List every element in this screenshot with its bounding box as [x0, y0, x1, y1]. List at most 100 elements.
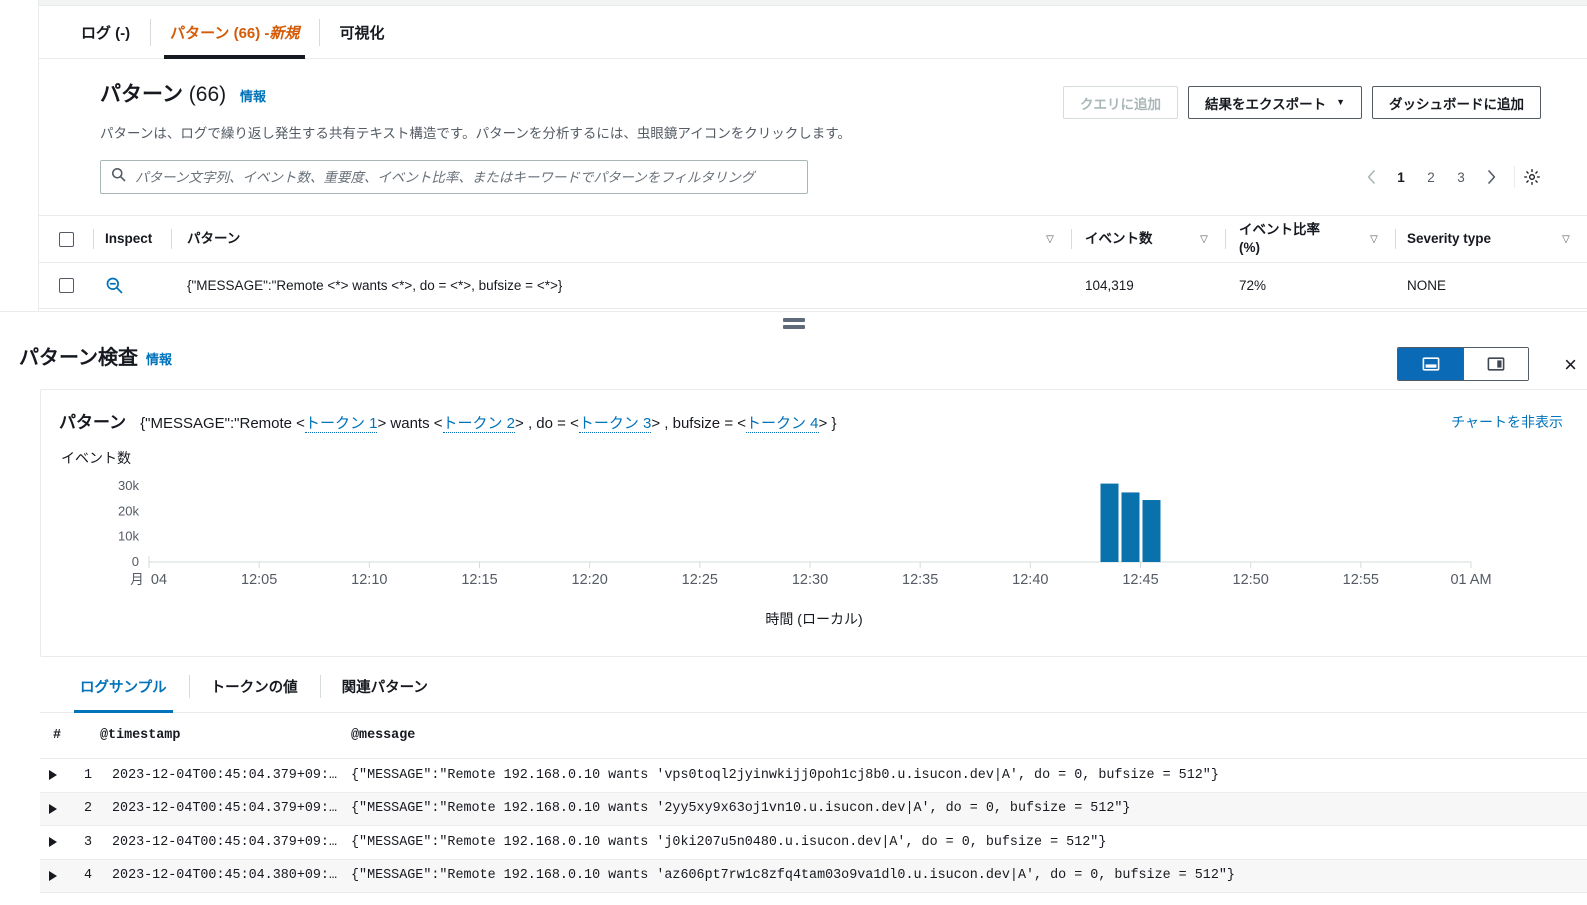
chart-canvas: 0 10k 20k 30k 月 04 12:05 12:10 12:15 12:20 12:25 12…: [118, 478, 1492, 588]
side-split-icon[interactable]: [1463, 348, 1528, 380]
svg-text:04: 04: [151, 572, 167, 588]
svg-text:12:25: 12:25: [682, 572, 718, 588]
tab-related-patterns[interactable]: 関連パターン: [319, 661, 450, 712]
svg-text:30k: 30k: [118, 478, 139, 493]
table-row[interactable]: {"MESSAGE":"Remote <*> wants <*>, do = <…: [39, 263, 1587, 309]
svg-text:12:05: 12:05: [241, 572, 277, 588]
expand-row-icon[interactable]: [40, 837, 66, 848]
chart-x-axis-title: 時間 (ローカル): [765, 611, 863, 627]
row-inspect-cell: [93, 276, 171, 295]
tab-patterns[interactable]: パターン (66) - 新規: [150, 7, 319, 59]
inspect-title-text: パターン検査: [19, 347, 138, 369]
patterns-table-header: Inspect パターン ▽ イベント数 ▽ イベント比率 (%) ▽ Seve…: [39, 215, 1587, 263]
layout-toggle-group: [1397, 347, 1529, 381]
pattern-filter-input[interactable]: [135, 161, 797, 193]
row-pattern-cell: {"MESSAGE":"Remote <*> wants <*>, do = <…: [171, 278, 1029, 293]
close-icon[interactable]: ×: [1564, 354, 1577, 376]
sort-pattern[interactable]: ▽: [1029, 216, 1071, 262]
log-row[interactable]: 3 2023-12-04T00:45:04.379+09:… {"MESSAGE…: [40, 826, 1587, 860]
expand-row-icon[interactable]: [40, 803, 66, 814]
pattern-filter[interactable]: [100, 160, 808, 194]
header-event-count-label: イベント数: [1085, 230, 1153, 246]
log-row-index: 1: [83, 767, 92, 783]
search-icon: [111, 167, 126, 187]
row-checkbox[interactable]: [58, 278, 74, 293]
log-row[interactable]: 1 2023-12-04T00:45:04.379+09:… {"MESSAGE…: [40, 759, 1587, 793]
token-link-3[interactable]: トークン 3: [578, 415, 652, 433]
results-tabs: ログ (-) パターン (66) - 新規 可視化: [39, 7, 1587, 59]
row-pattern-text: {"MESSAGE":"Remote <*> wants <*>, do = <…: [187, 278, 563, 293]
svg-text:12:20: 12:20: [572, 572, 608, 588]
svg-text:12:55: 12:55: [1343, 572, 1379, 588]
pagination-divider: [1514, 166, 1515, 188]
cloudwatch-logs-insights-patterns-page: ログ (-) パターン (66) - 新規 可視化 パターン (66) 情報 パ…: [0, 0, 1587, 905]
sort-event-count[interactable]: ▽: [1183, 216, 1225, 262]
svg-text:01 AM: 01 AM: [1450, 572, 1491, 588]
log-samples-table: # @timestamp @message 1 2023-12-04T00:45…: [40, 713, 1587, 905]
select-all-checkbox[interactable]: [58, 231, 74, 247]
chart-y-axis-title: イベント数: [61, 450, 131, 466]
row-event-ratio-text: 72%: [1239, 278, 1267, 293]
log-header-index: #: [53, 728, 62, 743]
export-results-button[interactable]: 結果をエクスポート ▼: [1187, 86, 1362, 119]
pattern-expression: {"MESSAGE":"Remote <トークン 1> wants <トークン …: [140, 412, 836, 433]
header-event-ratio-line1: イベント比率: [1239, 221, 1320, 237]
svg-text:12:15: 12:15: [461, 572, 497, 588]
pagination-page-3[interactable]: 3: [1446, 162, 1476, 192]
row-event-ratio-cell: 72%: [1225, 278, 1353, 293]
tab-log-samples[interactable]: ログサンプル: [58, 661, 189, 713]
token-link-4[interactable]: トークン 4: [746, 415, 819, 433]
page-title-count: (66): [188, 83, 227, 106]
bottom-split-icon[interactable]: [1398, 348, 1463, 380]
add-to-dashboard-button[interactable]: ダッシュボードに追加: [1372, 86, 1541, 119]
svg-text:月: 月: [130, 572, 144, 587]
token-link-1[interactable]: トークン 1: [304, 415, 378, 433]
pagination-page-2[interactable]: 2: [1416, 162, 1446, 192]
sort-caret-icon: ▽: [1046, 233, 1054, 245]
expand-row-icon[interactable]: [40, 770, 66, 781]
sort-caret-icon: ▽: [1370, 233, 1378, 245]
tab-visualization-label: 可視化: [339, 25, 385, 42]
tab-token-values[interactable]: トークンの値: [188, 661, 320, 712]
results-actions: クエリに追加 結果をエクスポート ▼ ダッシュボードに追加: [1062, 86, 1541, 119]
pagination-prev[interactable]: [1356, 162, 1386, 192]
log-row-message: {"MESSAGE":"Remote 192.168.0.10 wants '2…: [351, 801, 1131, 817]
tab-visualization[interactable]: 可視化: [319, 7, 404, 58]
inspect-info-link[interactable]: 情報: [146, 349, 172, 368]
svg-text:12:10: 12:10: [351, 572, 387, 588]
log-table-header: # @timestamp @message: [40, 713, 1587, 759]
pagination-page-1[interactable]: 1: [1386, 162, 1416, 192]
header-severity: Severity type: [1395, 216, 1545, 262]
log-row[interactable]: 2 2023-12-04T00:45:04.379+09:… {"MESSAGE…: [40, 792, 1587, 826]
pagination-next[interactable]: [1476, 162, 1506, 192]
header-pattern: パターン: [171, 216, 1029, 262]
inspect-title: パターン検査 情報: [19, 341, 172, 370]
log-row-timestamp: 2023-12-04T00:45:04.379+09:…: [112, 801, 337, 817]
svg-text:10k: 10k: [118, 529, 139, 544]
svg-text:12:30: 12:30: [792, 572, 828, 588]
inspect-sub-tabs: ログサンプル トークンの値 関連パターン: [40, 661, 1587, 713]
log-header-message: @message: [345, 728, 1587, 743]
drag-handle-icon: [782, 318, 805, 329]
sort-severity[interactable]: ▽: [1545, 216, 1587, 262]
header-pattern-label: パターン: [187, 230, 241, 246]
hide-chart-link[interactable]: チャートを非表示: [1451, 412, 1563, 432]
log-header-timestamp: @timestamp: [100, 728, 181, 743]
sort-caret-icon: ▽: [1200, 233, 1208, 245]
magnifier-icon[interactable]: [105, 276, 124, 295]
sort-caret-icon: ▽: [1562, 233, 1570, 245]
token-link-2[interactable]: トークン 2: [442, 415, 516, 433]
sort-event-ratio[interactable]: ▽: [1353, 216, 1395, 262]
log-row-timestamp: 2023-12-04T00:45:04.379+09:…: [112, 767, 337, 783]
panel-resize-handle[interactable]: [0, 311, 1587, 335]
log-row[interactable]: 4 2023-12-04T00:45:04.380+09:… {"MESSAGE…: [40, 859, 1587, 893]
gear-icon[interactable]: [1523, 168, 1541, 186]
pattern-text-0: {"MESSAGE":"Remote <: [140, 415, 305, 432]
row-select-cell: [39, 278, 93, 293]
expand-row-icon[interactable]: [40, 870, 66, 881]
tab-logs[interactable]: ログ (-): [61, 7, 150, 58]
row-event-count-text: 104,319: [1085, 278, 1134, 293]
results-header: パターン (66) 情報: [100, 78, 266, 108]
add-to-query-button[interactable]: クエリに追加: [1062, 86, 1178, 119]
info-link[interactable]: 情報: [240, 89, 266, 104]
